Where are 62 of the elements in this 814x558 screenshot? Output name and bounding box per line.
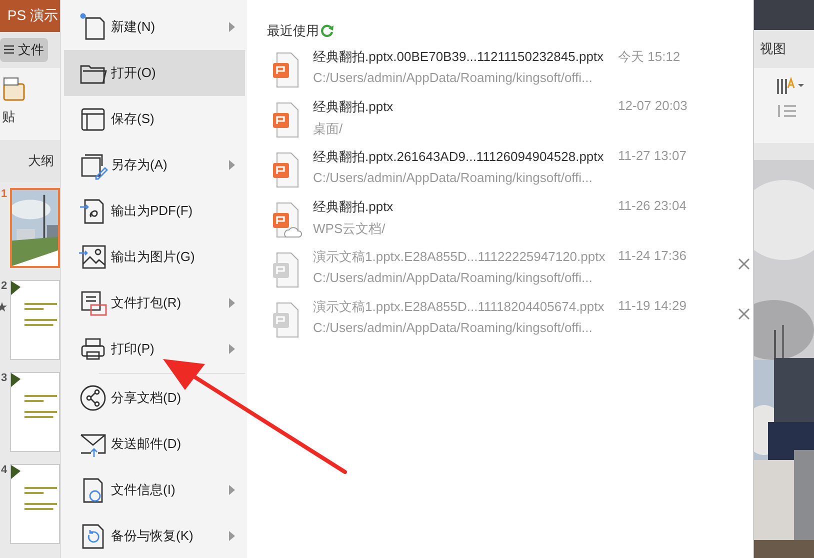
file-location: 桌面/ bbox=[313, 120, 344, 138]
slide-number: 3 bbox=[0, 372, 8, 384]
close-icon[interactable] bbox=[738, 258, 750, 270]
recent-title: 最近使用 bbox=[267, 22, 319, 40]
ribbon-tab[interactable]: 视图 bbox=[760, 40, 786, 58]
file-time: 11-27 13:07 bbox=[618, 148, 688, 163]
file-location: C:/Users/admin/AppData/Roaming/kingsoft/offi... bbox=[313, 270, 594, 285]
menu-item[interactable]: 文件信息(I) bbox=[64, 467, 245, 513]
submenu-arrow-icon bbox=[229, 298, 235, 308]
slide-number: 4 bbox=[0, 464, 8, 476]
submenu-arrow-icon bbox=[229, 160, 235, 170]
menu-item[interactable]: 输出为图片(G) bbox=[64, 234, 245, 280]
submenu-arrow-icon bbox=[229, 344, 235, 354]
line-spacing-icon[interactable] bbox=[776, 104, 798, 118]
menu-item[interactable]: 文件打包(R) bbox=[64, 280, 245, 326]
clipboard-icon[interactable] bbox=[2, 76, 26, 102]
slide-thumbnail[interactable] bbox=[10, 464, 60, 544]
app-title: PS 演示 bbox=[7, 7, 58, 25]
slide-text-drawing bbox=[24, 487, 58, 510]
slide-text-drawing bbox=[24, 395, 58, 418]
file-location: C:/Users/admin/AppData/Roaming/kingsoft/offi... bbox=[313, 320, 594, 335]
slide-marker-icon bbox=[11, 465, 21, 479]
file-name[interactable]: 经典翻拍.pptx bbox=[313, 98, 618, 116]
submenu-arrow-icon bbox=[229, 22, 235, 32]
slide-thumbnail[interactable] bbox=[10, 280, 60, 360]
file-location: C:/Users/admin/AppData/Roaming/kingsoft/offi... bbox=[313, 170, 594, 185]
menu-item[interactable]: 发送邮件(D) bbox=[64, 421, 245, 467]
menu-icon bbox=[4, 45, 14, 54]
file-name[interactable]: 经典翻拍.pptx.00BE70B39...11211150232845.pptx bbox=[313, 48, 618, 66]
menu-item[interactable]: 打开(O) bbox=[64, 50, 245, 96]
file-time: 12-07 20:03 bbox=[618, 98, 688, 113]
menu-item[interactable]: 输出为PDF(F) bbox=[64, 188, 245, 234]
file-time: 11-24 17:36 bbox=[618, 248, 688, 263]
slide-text-drawing bbox=[24, 303, 58, 326]
slide-marker-icon bbox=[11, 373, 21, 387]
paste-label[interactable]: 贴 bbox=[2, 108, 15, 126]
file-time: 11-19 14:29 bbox=[618, 298, 688, 313]
menu-item[interactable]: 另存为(A) bbox=[64, 142, 245, 188]
close-icon[interactable] bbox=[738, 308, 750, 320]
menu-item[interactable]: 保存(S) bbox=[64, 96, 245, 142]
menu-item[interactable]: 新建(N) bbox=[64, 4, 245, 50]
text-spacing-icon[interactable] bbox=[776, 76, 804, 96]
menu-item[interactable]: 分享文档(D) bbox=[64, 375, 245, 421]
menu-item[interactable]: 打印(P) bbox=[64, 326, 245, 375]
file-name[interactable]: 经典翻拍.pptx.261643AD9...11126094904528.pptx bbox=[313, 148, 618, 166]
file-location: WPS云文档/ bbox=[313, 220, 386, 238]
file-location: C:/Users/admin/AppData/Roaming/kingsoft/offi... bbox=[313, 70, 594, 85]
file-name[interactable]: 经典翻拍.pptx bbox=[313, 198, 618, 216]
menu-item[interactable]: 备份与恢复(K) bbox=[64, 513, 245, 558]
file-time: 今天 15:12 bbox=[618, 48, 682, 66]
file-time: 11-26 23:04 bbox=[618, 198, 688, 213]
slide-number: 2 bbox=[0, 280, 8, 292]
title-bar bbox=[754, 0, 814, 30]
share-file-icon bbox=[78, 383, 108, 413]
slide-thumbnail[interactable] bbox=[10, 372, 60, 452]
submenu-arrow-icon bbox=[229, 531, 235, 541]
slide-number: 1 bbox=[0, 188, 8, 200]
refresh-icon[interactable] bbox=[320, 24, 334, 38]
submenu-arrow-icon bbox=[229, 485, 235, 495]
slide-marker-icon bbox=[11, 281, 21, 295]
outline-tab[interactable]: 大纲 bbox=[28, 152, 54, 170]
file-menu-button[interactable]: 文件 bbox=[0, 38, 48, 62]
